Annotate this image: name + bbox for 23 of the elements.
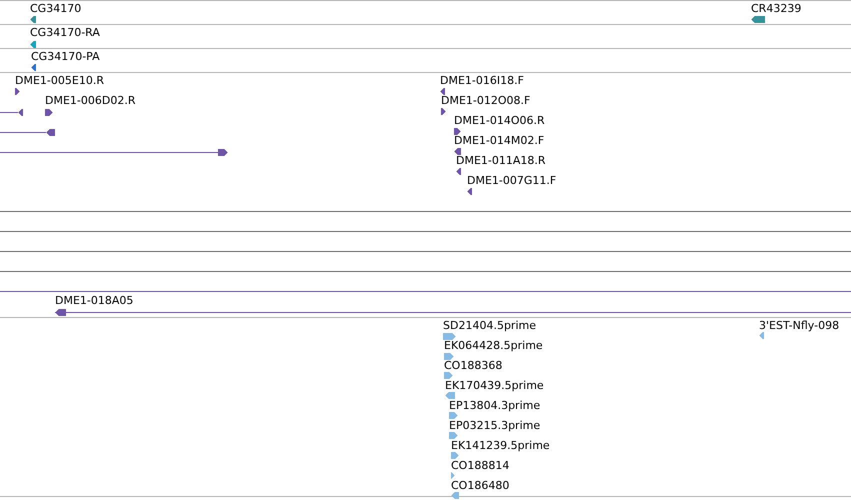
feature-label: CO188814 — [451, 459, 510, 472]
feature-label: DME1-005E10.R — [15, 74, 104, 87]
feature-label: EP03215.3prime — [449, 419, 540, 432]
feature-label: EK170439.5prime — [445, 379, 544, 392]
feature-label: DME1-014M02.F — [454, 134, 544, 147]
feature-label: DME1-012O08.F — [441, 94, 530, 107]
feature-label: DME1-011A18.R — [456, 154, 546, 167]
feature-label: DME1-006D02.R — [45, 94, 136, 107]
feature-label: CG34170-PA — [31, 50, 100, 63]
feature-label: CO186480 — [451, 479, 510, 492]
feature-label: CG34170-RA — [30, 26, 100, 39]
feature-label: EP13804.3prime — [449, 399, 540, 412]
feature-label: DME1-016I18.F — [440, 74, 524, 87]
feature-label: SD21404.5prime — [443, 319, 536, 332]
feature-label: EK141239.5prime — [451, 439, 550, 452]
feature-label: CG34170 — [30, 2, 82, 15]
feature-label: DME1-007G11.F — [467, 174, 556, 187]
feature-label: DME1-018A05 — [55, 294, 134, 307]
feature-label: EK064428.5prime — [444, 339, 543, 352]
feature-label: 3'EST-Nfly-098 — [759, 319, 840, 332]
feature-label: CO188368 — [444, 359, 502, 372]
feature-label: CR43239 — [751, 2, 802, 15]
feature-label: DME1-014O06.R — [454, 114, 545, 127]
